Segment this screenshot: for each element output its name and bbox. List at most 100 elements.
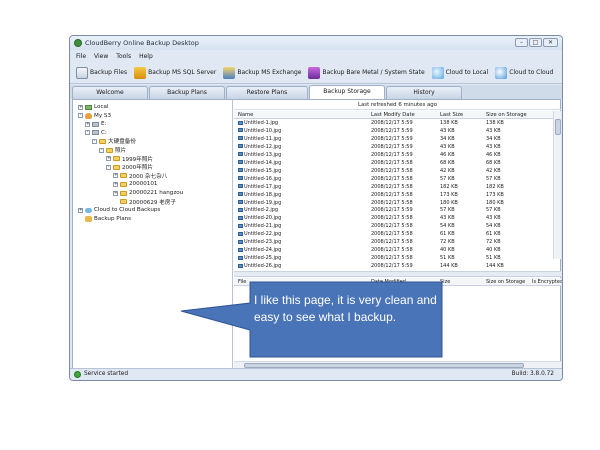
- file-name-text: Untitled-22.jpg: [244, 231, 282, 238]
- tree-node[interactable]: - C:: [85, 129, 107, 137]
- table-row[interactable]: Untitled-11.jpg 2008/12/17 5:59 34 KB 34 KB: [234, 136, 561, 143]
- tree-node[interactable]: - 照片: [99, 146, 126, 154]
- image-file-icon: [238, 192, 243, 197]
- table-row[interactable]: Untitled-1.jpg 2008/12/17 5:59 138 KB 138 K…: [234, 120, 561, 127]
- cell-name: Untitled-11.jpg: [238, 136, 281, 143]
- table-row[interactable]: Untitled-12.jpg 2008/12/17 5:59 43 KB 43 KB: [234, 144, 561, 151]
- tree-node[interactable]: - 大硬盘备份: [92, 137, 136, 145]
- expand-icon[interactable]: +: [85, 121, 90, 127]
- file-grid-scrollbar[interactable]: [553, 111, 561, 259]
- tab-backup-storage[interactable]: Backup Storage: [309, 85, 385, 99]
- tree-node[interactable]: + Cloud to Cloud Backups: [78, 206, 160, 214]
- cell-size-on-storage: 46 KB: [486, 151, 501, 158]
- column-is-encrypted[interactable]: Is Encrypted: [532, 278, 562, 286]
- exchange-icon: [223, 66, 236, 79]
- tree-node[interactable]: Backup Plans: [78, 215, 131, 223]
- tab-restore-plans[interactable]: Restore Plans: [226, 86, 308, 99]
- backup-bare-metal-button[interactable]: Backup Bare Metal / System State: [306, 64, 426, 82]
- table-row[interactable]: Untitled-22.jpg 2008/12/17 5:58 61 KB 61 KB: [234, 231, 561, 238]
- app-icon: [74, 39, 82, 47]
- expand-icon[interactable]: +: [113, 173, 118, 179]
- table-row[interactable]: Untitled-14.jpg 2008/12/17 5:58 68 KB 68 KB: [234, 160, 561, 167]
- collapse-icon[interactable]: -: [78, 113, 83, 119]
- file-name-text: Untitled-10.jpg: [244, 127, 282, 134]
- column-size-on-storage[interactable]: Size on Storage: [486, 111, 527, 119]
- tree-node[interactable]: + Local: [78, 103, 109, 111]
- expand-icon[interactable]: +: [113, 190, 118, 196]
- file-name-text: Untitled-16.jpg: [244, 175, 282, 182]
- maximize-button[interactable]: □: [529, 38, 542, 47]
- table-row[interactable]: Untitled-2.jpg 2008/12/17 5:59 57 KB 57 KB: [234, 207, 561, 214]
- image-file-icon: [238, 176, 243, 181]
- collapse-icon[interactable]: -: [106, 164, 111, 170]
- table-row[interactable]: Untitled-20.jpg 2008/12/17 5:58 43 KB 43 KB: [234, 215, 561, 222]
- table-row[interactable]: Untitled-15.jpg 2008/12/17 5:58 42 KB 42 KB: [234, 168, 561, 175]
- minimize-button[interactable]: –: [515, 38, 528, 47]
- table-row[interactable]: Untitled-19.jpg 2008/12/17 5:58 180 KB 180 …: [234, 200, 561, 207]
- collapse-icon[interactable]: -: [92, 138, 97, 144]
- tree-node[interactable]: +2000 杂七杂八: [113, 172, 167, 180]
- table-row[interactable]: Untitled-26.jpg 2008/12/17 5:59 144 KB 144 …: [234, 263, 561, 270]
- cell-name: Untitled-20.jpg: [238, 215, 281, 222]
- tab-content: + Local - My S3 + E: - C: - 大硬盘备份 - 照片 +1999年照片 -2000…: [72, 99, 562, 370]
- bare-metal-icon: [308, 66, 321, 79]
- image-file-icon: [238, 152, 243, 157]
- table-row[interactable]: Untitled-13.jpg 2008/12/17 5:59 46 KB 46 KB: [234, 152, 561, 159]
- column-name[interactable]: Name: [238, 111, 253, 119]
- column-last-modify[interactable]: Last Modify Date: [371, 111, 415, 119]
- table-row[interactable]: Untitled-23.jpg 2008/12/17 5:58 72 KB 72 KB: [234, 239, 561, 246]
- column-size[interactable]: Size: [440, 278, 450, 286]
- tab-history[interactable]: History: [386, 86, 462, 99]
- tree-node[interactable]: 20000629 老房子: [113, 198, 176, 206]
- tab-welcome[interactable]: Welcome: [72, 86, 148, 99]
- expand-icon[interactable]: +: [78, 104, 83, 110]
- panel-splitter[interactable]: [234, 271, 561, 277]
- menu-view[interactable]: View: [94, 53, 108, 60]
- column-date-modified[interactable]: Date Modified: [371, 278, 406, 286]
- menu-tools[interactable]: Tools: [116, 53, 131, 60]
- cell-last-size: 40 KB: [440, 247, 455, 254]
- collapse-icon[interactable]: -: [85, 130, 90, 136]
- expand-icon[interactable]: +: [78, 207, 83, 213]
- table-row[interactable]: Untitled-24.jpg 2008/12/17 5:58 40 KB 40 KB: [234, 247, 561, 254]
- cell-size-on-storage: 57 KB: [486, 175, 501, 182]
- cell-name: Untitled-16.jpg: [238, 176, 281, 183]
- backup-exchange-button[interactable]: Backup MS Exchange: [221, 64, 303, 82]
- backup-sql-label: Backup MS SQL Server: [148, 69, 217, 76]
- cell-size-on-storage: 34 KB: [486, 135, 501, 142]
- column-file[interactable]: File: [238, 278, 246, 286]
- tab-backup-plans[interactable]: Backup Plans: [149, 86, 225, 99]
- table-row[interactable]: Untitled-21.jpg 2008/12/17 5:58 54 KB 54 KB: [234, 223, 561, 230]
- cloud-to-local-button[interactable]: Cloud to Local: [430, 64, 491, 82]
- tree-node[interactable]: +20000101: [113, 180, 157, 188]
- column-detail-size-on-storage[interactable]: Size on Storage: [486, 278, 525, 286]
- folder-icon: [120, 199, 127, 205]
- cloud-to-cloud-button[interactable]: Cloud to Cloud: [493, 64, 555, 82]
- expand-icon[interactable]: +: [106, 156, 111, 162]
- cell-last-size: 57 KB: [440, 175, 455, 182]
- image-file-icon: [238, 144, 243, 149]
- cell-name: Untitled-14.jpg: [238, 160, 281, 167]
- tree-node[interactable]: +1999年照片: [106, 155, 153, 163]
- tree-node[interactable]: + E:: [85, 120, 106, 128]
- table-row[interactable]: Untitled-10.jpg 2008/12/17 5:59 43 KB 43 KB: [234, 128, 561, 135]
- table-row[interactable]: Untitled-25.jpg 2008/12/17 5:58 51 KB 51 KB: [234, 255, 561, 262]
- backup-sql-button[interactable]: Backup MS SQL Server: [132, 64, 218, 82]
- local-icon: [85, 104, 92, 110]
- backup-files-button[interactable]: Backup Files: [74, 64, 129, 82]
- expand-icon[interactable]: +: [113, 181, 118, 187]
- table-row[interactable]: Untitled-18.jpg 2008/12/17 5:58 173 KB 173 …: [234, 192, 561, 199]
- column-last-size[interactable]: Last Size: [440, 111, 463, 119]
- tree-node[interactable]: - My S3: [78, 112, 111, 120]
- menu-file[interactable]: File: [76, 53, 86, 60]
- tree-node[interactable]: - 2000年照片: [106, 163, 153, 171]
- collapse-icon[interactable]: -: [99, 147, 104, 153]
- image-file-icon: [238, 128, 243, 133]
- close-button[interactable]: ✕: [543, 38, 558, 47]
- table-row[interactable]: Untitled-16.jpg 2008/12/17 5:58 57 KB 57 KB: [234, 176, 561, 183]
- menu-help[interactable]: Help: [139, 53, 153, 60]
- backup-exchange-label: Backup MS Exchange: [237, 69, 302, 76]
- table-row[interactable]: Untitled-17.jpg 2008/12/17 5:58 182 KB 182 …: [234, 184, 561, 191]
- file-name-text: Untitled-24.jpg: [244, 247, 282, 254]
- tree-node[interactable]: +20000221 hangzou: [113, 189, 183, 197]
